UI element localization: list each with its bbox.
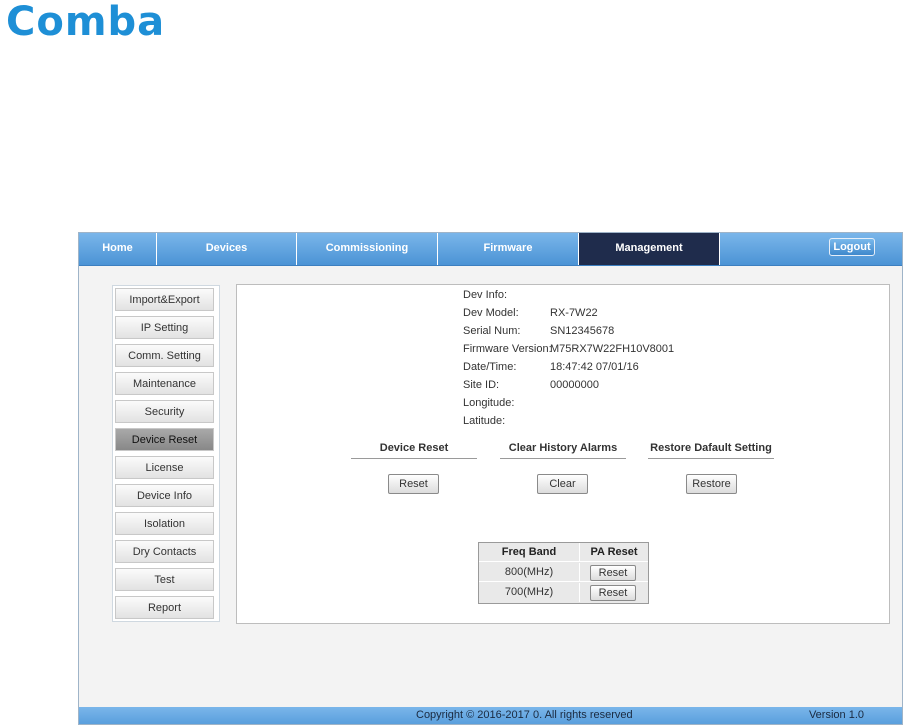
table-row: Reset: [580, 583, 648, 602]
nav-commissioning[interactable]: Commissioning: [297, 233, 438, 265]
info-row-latitude: Latitude:: [463, 413, 550, 429]
sidebar-item-test[interactable]: Test: [115, 568, 214, 591]
dev-info-header: Dev Info:: [463, 289, 508, 301]
info-row-longitude: Longitude:: [463, 395, 550, 411]
sidebar-menu: Import&Export IP Setting Comm. Setting M…: [112, 285, 220, 622]
pa-reset-800-button[interactable]: Reset: [590, 565, 636, 581]
sidebar-item-ip-setting[interactable]: IP Setting: [115, 316, 214, 339]
nav-management[interactable]: Management: [579, 233, 720, 265]
info-value: M75RX7W22FH10V8001: [550, 343, 675, 355]
sidebar-item-maintenance[interactable]: Maintenance: [115, 372, 214, 395]
info-value: RX-7W22: [550, 307, 598, 319]
device-reset-button[interactable]: Reset: [388, 474, 439, 494]
sidebar-item-comm-setting[interactable]: Comm. Setting: [115, 344, 214, 367]
restore-default-divider: [648, 458, 774, 459]
sidebar-item-device-reset[interactable]: Device Reset: [115, 428, 214, 451]
version-text: Version 1.0: [808, 709, 864, 721]
info-label: Date/Time:: [463, 361, 517, 373]
sidebar-item-security[interactable]: Security: [115, 400, 214, 423]
info-value: 00000000: [550, 379, 599, 391]
clear-alarms-button[interactable]: Clear: [537, 474, 588, 494]
info-value: SN12345678: [550, 325, 615, 337]
table-header-pa-reset: PA Reset: [580, 543, 648, 562]
clear-alarms-title: Clear History Alarms: [508, 442, 618, 454]
sidebar-item-dry-contacts[interactable]: Dry Contacts: [115, 540, 214, 563]
pa-reset-700-button[interactable]: Reset: [590, 585, 636, 601]
footer-bar: Copyright © 2016-2017 0. All rights rese…: [79, 707, 902, 724]
table-cell-band: 800(MHz): [479, 563, 580, 582]
info-label: Latitude:: [463, 415, 506, 427]
copyright-text: Copyright © 2016-2017 0. All rights rese…: [416, 709, 633, 721]
app-window: Home Devices Commissioning Firmware Mana…: [78, 232, 903, 725]
info-row-date-time: Date/Time: 18:47:42 07/01/16: [463, 359, 639, 375]
pa-reset-table: Freq Band PA Reset 800(MHz) Reset 700(MH…: [478, 542, 649, 604]
table-cell-band: 700(MHz): [479, 583, 580, 602]
sidebar-item-device-info[interactable]: Device Info: [115, 484, 214, 507]
info-row-dev-model: Dev Model: RX-7W22: [463, 305, 598, 321]
nav-devices[interactable]: Devices: [157, 233, 297, 265]
nav-home[interactable]: Home: [79, 233, 157, 265]
info-label: Site ID:: [463, 379, 500, 391]
device-reset-divider: [351, 458, 477, 459]
nav-firmware[interactable]: Firmware: [438, 233, 579, 265]
table-header-freq-band: Freq Band: [479, 543, 580, 562]
info-row-site-id: Site ID: 00000000: [463, 377, 599, 393]
info-label: Firmware Version:: [463, 343, 552, 355]
sidebar-item-report[interactable]: Report: [115, 596, 214, 619]
info-label: Longitude:: [463, 397, 515, 409]
logout-button[interactable]: Logout: [829, 238, 875, 256]
info-label: Serial Num:: [463, 325, 521, 337]
top-nav-bar: Home Devices Commissioning Firmware Mana…: [79, 233, 902, 266]
sidebar-item-license[interactable]: License: [115, 456, 214, 479]
restore-default-title: Restore Dafault Setting: [650, 442, 772, 454]
device-reset-title: Device Reset: [379, 442, 449, 454]
sidebar-item-import-export[interactable]: Import&Export: [115, 288, 214, 311]
content-panel: Dev Info: Dev Model: RX-7W22 Serial Num: S…: [236, 284, 890, 624]
comba-logo: Comba: [6, 0, 166, 45]
info-label: Dev Model:: [463, 307, 519, 319]
info-value: 18:47:42 07/01/16: [550, 361, 639, 373]
info-row-serial-num: Serial Num: SN12345678: [463, 323, 614, 339]
sidebar-item-isolation[interactable]: Isolation: [115, 512, 214, 535]
table-row: Reset: [580, 563, 648, 582]
clear-alarms-divider: [500, 458, 626, 459]
info-row-firmware-version: Firmware Version:M75RX7W22FH10V8001: [463, 341, 674, 357]
restore-default-button[interactable]: Restore: [686, 474, 737, 494]
